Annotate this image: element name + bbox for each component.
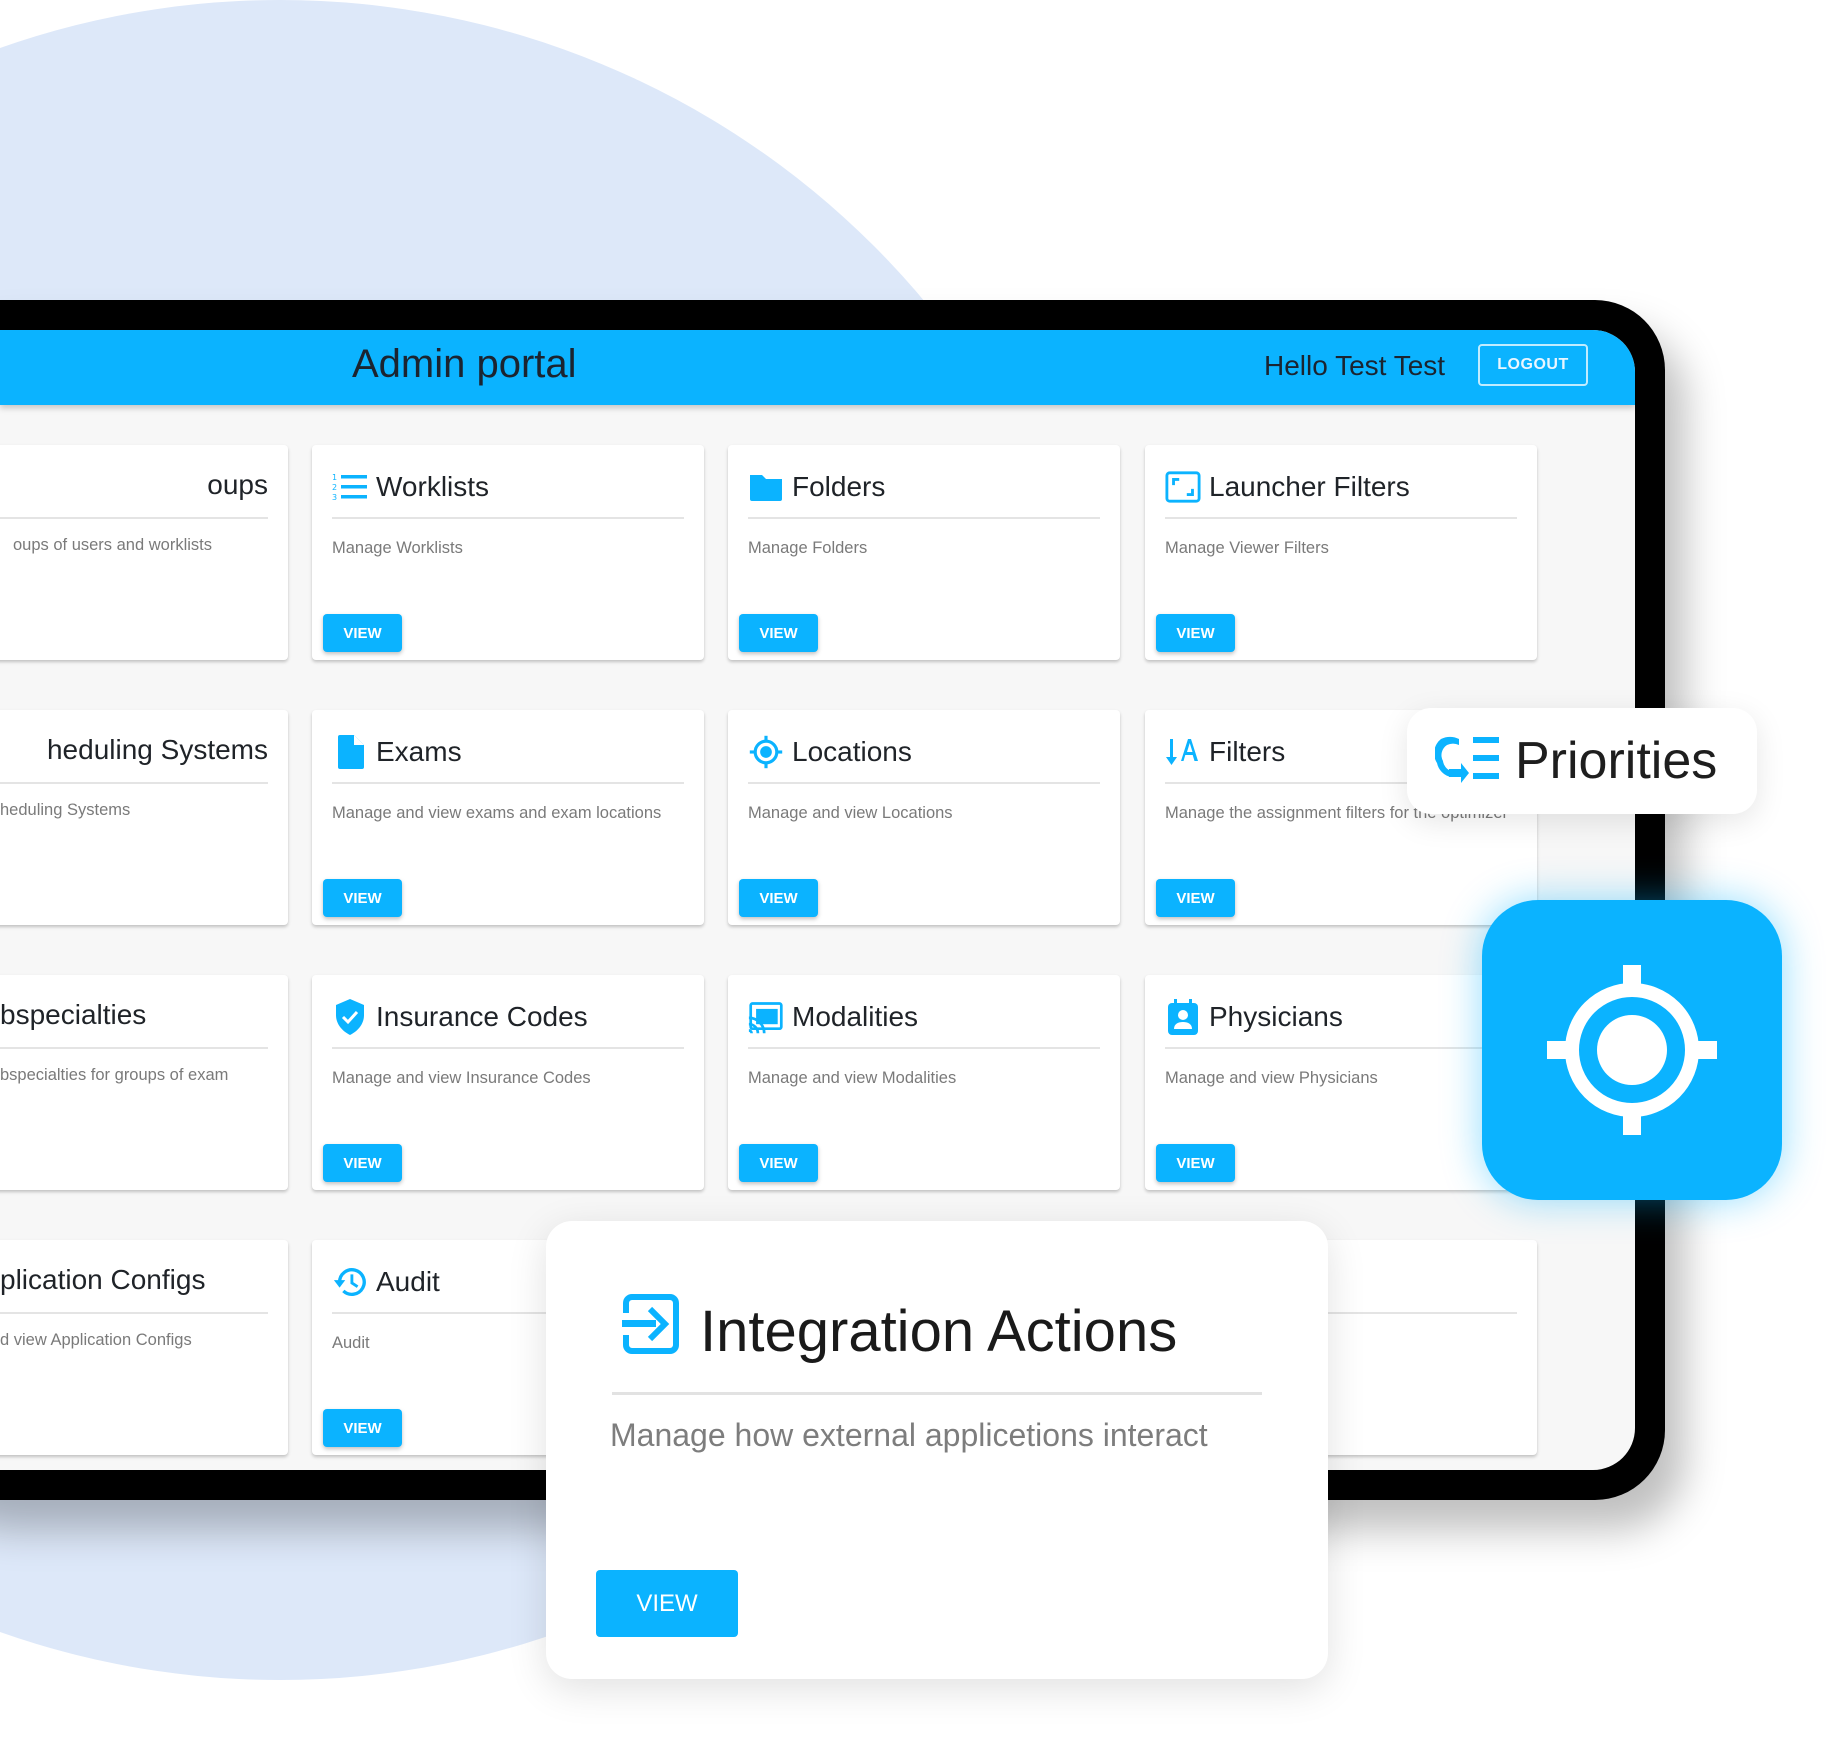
logout-button[interactable]: LOGOUT bbox=[1478, 344, 1588, 386]
card-title: heduling Systems bbox=[46, 734, 268, 765]
card-title-row: Audit bbox=[332, 1264, 440, 1300]
card-title-row: Insurance Codes bbox=[332, 999, 588, 1035]
page-title: Admin portal bbox=[352, 342, 577, 386]
card-physicians: Physicians Manage and view Physicians VI… bbox=[1145, 975, 1537, 1190]
card-description: d view Application Configs bbox=[0, 1331, 192, 1349]
user-greeting: Hello Test Test bbox=[1264, 350, 1446, 381]
folder-icon bbox=[748, 469, 784, 505]
priority-sort-icon bbox=[1434, 733, 1501, 790]
view-button-integration-actions[interactable]: VIEW bbox=[596, 1570, 738, 1637]
svg-text:1: 1 bbox=[332, 473, 337, 482]
view-button-exams[interactable]: VIEW bbox=[323, 879, 402, 917]
document-icon bbox=[332, 734, 368, 770]
card-subspecialties: bspecialties bspecialties for groups of … bbox=[0, 975, 288, 1190]
view-button-audit[interactable]: VIEW bbox=[323, 1409, 402, 1447]
card-locations: Locations Manage and view Locations VIEW bbox=[728, 710, 1120, 925]
card-title-row: Modalities bbox=[748, 999, 918, 1035]
card-title-row: Launcher Filters bbox=[1165, 469, 1410, 505]
card-title: Worklists bbox=[376, 471, 490, 502]
card-worklists: 123 Worklists Manage Worklists VIEW bbox=[312, 445, 704, 660]
card-folders: Folders Manage Folders VIEW bbox=[728, 445, 1120, 660]
card-title: Folders bbox=[792, 471, 886, 502]
card-description: Manage and view Locations bbox=[748, 804, 953, 822]
card-title: plication Configs bbox=[0, 1264, 206, 1295]
card-title: Physicians bbox=[1209, 1001, 1343, 1032]
card-title-row: Physicians bbox=[1165, 999, 1343, 1035]
card-description: heduling Systems bbox=[0, 801, 131, 819]
numbered-list-icon: 123 bbox=[332, 469, 368, 505]
card-title-row: Locations bbox=[748, 734, 912, 770]
card-title-row: Folders bbox=[748, 469, 885, 505]
card-divider bbox=[0, 782, 268, 784]
view-button-modalities[interactable]: VIEW bbox=[739, 1144, 818, 1182]
card-title-row: Exams bbox=[332, 734, 462, 770]
view-button-folders[interactable]: VIEW bbox=[739, 614, 818, 652]
card-title: Launcher Filters bbox=[1209, 471, 1410, 502]
card-description: Manage and view Physicians bbox=[1165, 1069, 1378, 1087]
card-application-configs: plication Configs d view Application Con… bbox=[0, 1240, 288, 1455]
card-divider bbox=[748, 1047, 1100, 1049]
card-divider bbox=[1165, 1047, 1517, 1049]
card-description: oups of users and worklists bbox=[12, 536, 212, 554]
card-title: Exams bbox=[376, 736, 462, 767]
card-launcher-filters: Launcher Filters Manage Viewer Filters V… bbox=[1145, 445, 1537, 660]
card-groups: oups oups of users and worklists bbox=[0, 445, 288, 660]
history-icon bbox=[332, 1264, 368, 1300]
card-description: Manage and view Modalities bbox=[748, 1069, 957, 1087]
view-button-worklists[interactable]: VIEW bbox=[323, 614, 402, 652]
card-description: Manage Viewer Filters bbox=[1165, 539, 1329, 557]
card-title: oups bbox=[207, 469, 268, 500]
card-divider bbox=[748, 517, 1100, 519]
card-title: Audit bbox=[376, 1266, 440, 1297]
view-button-locations[interactable]: VIEW bbox=[739, 879, 818, 917]
card-insurance-codes: Insurance Codes Manage and view Insuranc… bbox=[312, 975, 704, 1190]
crosshair-icon bbox=[748, 734, 784, 770]
view-button-insurance-codes[interactable]: VIEW bbox=[323, 1144, 402, 1182]
badge-person-icon bbox=[1165, 999, 1201, 1035]
cast-icon bbox=[748, 999, 784, 1035]
svg-text:2: 2 bbox=[332, 483, 337, 492]
card-description: bspecialties for groups of exam bbox=[0, 1066, 229, 1084]
card-title: Filters bbox=[1209, 736, 1286, 767]
card-title-row: Filters bbox=[1165, 734, 1285, 770]
card-title: Locations bbox=[792, 736, 912, 767]
card-title: Modalities bbox=[792, 1001, 919, 1032]
card-divider bbox=[332, 1047, 684, 1049]
card-title-row: 123 Worklists bbox=[332, 469, 489, 505]
card-description: Manage and view Insurance Codes bbox=[332, 1069, 591, 1087]
integration-actions-card: Integration Actions Manage how external … bbox=[546, 1221, 1328, 1679]
card-description: Manage and view exams and exam locations bbox=[332, 804, 662, 822]
sort-az-icon bbox=[1165, 734, 1201, 770]
card-divider bbox=[332, 782, 684, 784]
card-description: Manage Worklists bbox=[332, 539, 463, 557]
card-divider bbox=[0, 517, 268, 519]
card-description: Manage how external applicetions interac… bbox=[610, 1417, 1208, 1453]
shield-check-icon bbox=[332, 999, 368, 1035]
card-scheduling-systems: heduling Systems heduling Systems bbox=[0, 710, 288, 925]
crosshair-icon bbox=[1547, 965, 1717, 1135]
view-button-filters[interactable]: VIEW bbox=[1156, 879, 1235, 917]
priorities-badge: Priorities bbox=[1407, 708, 1757, 814]
card-divider bbox=[1165, 517, 1517, 519]
card-divider bbox=[332, 517, 684, 519]
priorities-label: Priorities bbox=[1515, 732, 1718, 790]
card-divider bbox=[748, 782, 1100, 784]
card-title-row: Integration Actions bbox=[620, 1293, 1177, 1369]
login-arrow-icon bbox=[620, 1293, 682, 1369]
card-description: Manage Folders bbox=[748, 539, 868, 557]
launcher-frame-icon bbox=[1165, 469, 1201, 505]
card-title: bspecialties bbox=[0, 999, 147, 1030]
card-modalities: Modalities Manage and view Modalities VI… bbox=[728, 975, 1120, 1190]
view-button-launcher-filters[interactable]: VIEW bbox=[1156, 614, 1235, 652]
card-exams: Exams Manage and view exams and exam loc… bbox=[312, 710, 704, 925]
card-divider bbox=[612, 1392, 1262, 1395]
card-divider bbox=[0, 1047, 268, 1049]
svg-text:3: 3 bbox=[332, 493, 337, 502]
card-title: Insurance Codes bbox=[376, 1001, 588, 1032]
card-divider bbox=[0, 1312, 268, 1314]
locations-app-icon[interactable] bbox=[1482, 900, 1782, 1200]
top-app-bar: Admin portal Hello Test Test LOGOUT bbox=[0, 330, 1635, 405]
view-button-physicians[interactable]: VIEW bbox=[1156, 1144, 1235, 1182]
card-title: Integration Actions bbox=[700, 1298, 1178, 1364]
